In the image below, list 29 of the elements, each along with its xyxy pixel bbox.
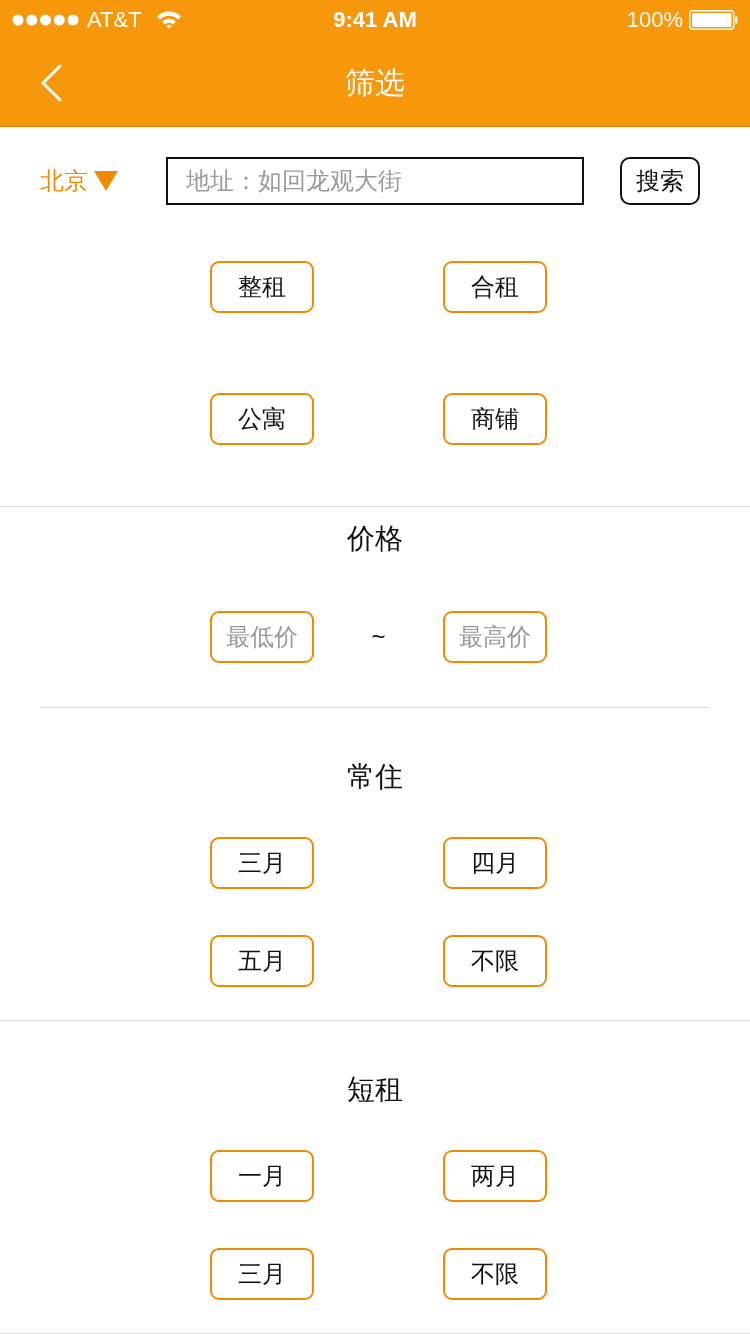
option-button[interactable]: 商铺 [443, 393, 547, 445]
option-button[interactable]: 四月 [443, 837, 547, 889]
section-title: 价格 [347, 522, 403, 556]
option-button[interactable]: 整租 [210, 261, 314, 313]
option-button[interactable]: 三月 [210, 837, 314, 889]
clock-text: 9:41 AM [333, 6, 417, 33]
wifi-icon [155, 10, 182, 30]
caret-icon [94, 171, 118, 191]
battery-icon [689, 9, 738, 30]
option-button[interactable]: 不限 [443, 935, 547, 987]
option-button[interactable]: 一月 [210, 1150, 314, 1202]
page-title: 筛选 [345, 64, 405, 101]
option-button[interactable]: 合租 [443, 261, 547, 313]
signal-icon [12, 13, 79, 26]
option-button[interactable]: 三月 [210, 1248, 314, 1300]
option-button[interactable]: 公寓 [210, 393, 314, 445]
section-title: 短租 [347, 1073, 403, 1107]
section-title: 常住 [347, 760, 403, 794]
option-button[interactable]: 五月 [210, 935, 314, 987]
min-price-field[interactable]: 最低价 [210, 611, 314, 663]
chevron-left-icon [40, 63, 62, 102]
carrier-text: AT&T [87, 6, 142, 33]
range-separator: ~ [371, 623, 386, 651]
battery-percent-text: 100% [626, 6, 683, 33]
option-button[interactable]: 不限 [443, 1248, 547, 1300]
search-button[interactable]: 搜索 [620, 157, 700, 205]
option-button[interactable]: 两月 [443, 1150, 547, 1202]
address-search-field[interactable]: 地址：如回龙观大街 [166, 157, 584, 205]
max-price-field[interactable]: 最高价 [443, 611, 547, 663]
